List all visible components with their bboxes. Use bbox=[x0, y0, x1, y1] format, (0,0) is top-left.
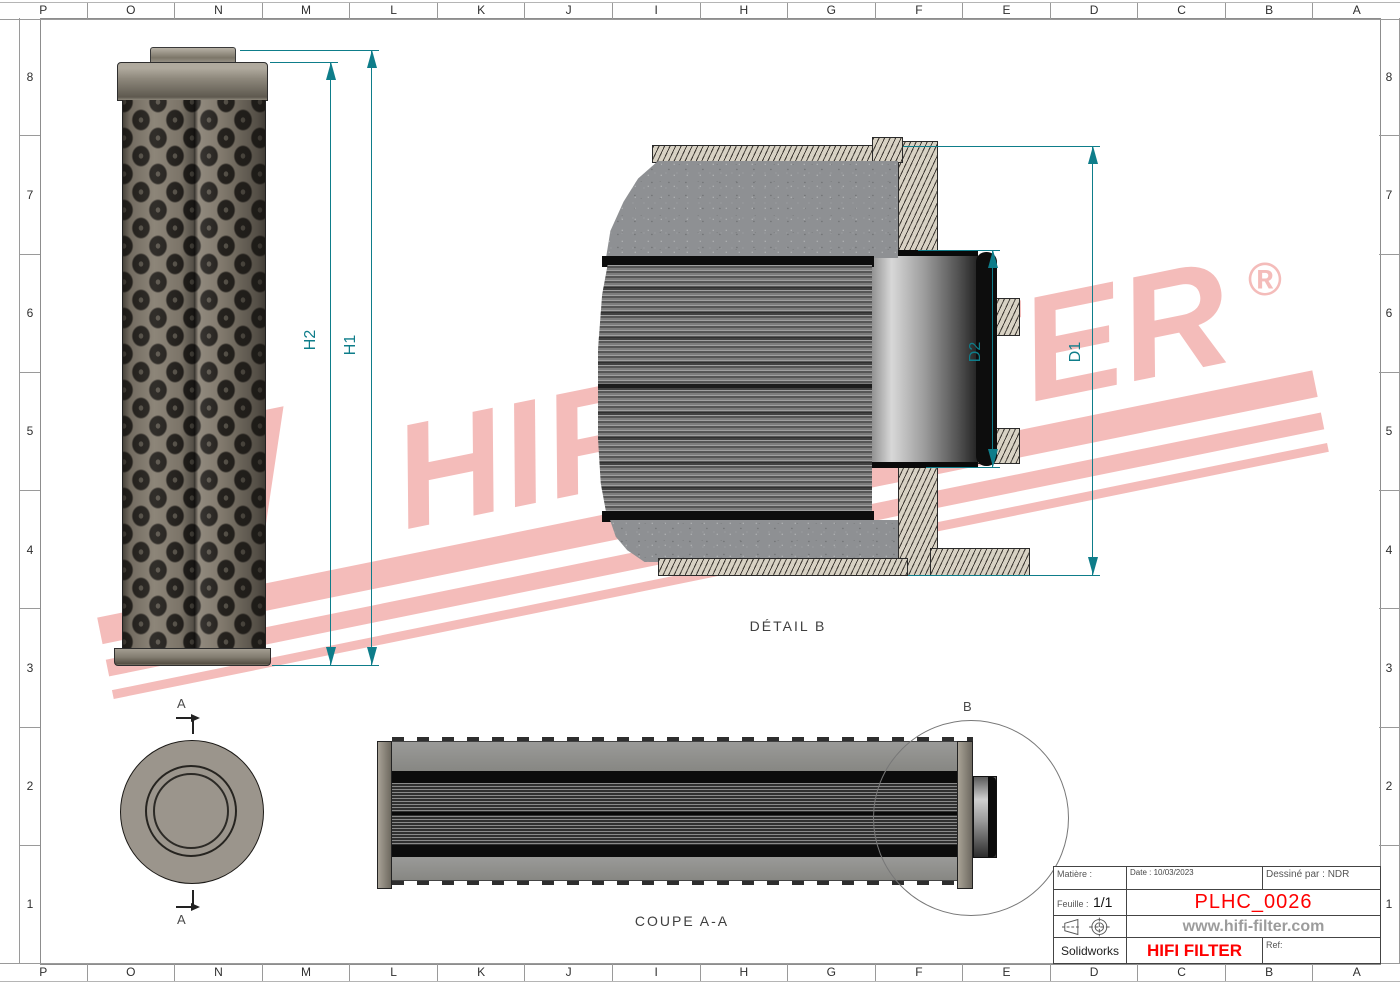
drawn-by-field: Dessiné par : NDR bbox=[1263, 867, 1380, 890]
grid-column-label: P bbox=[0, 3, 87, 19]
grid-row-label: 1 bbox=[1379, 845, 1399, 963]
section-cut-mark bbox=[192, 717, 194, 734]
grid-row-label: 6 bbox=[20, 254, 40, 372]
section-cut-label-a-top: A bbox=[177, 696, 187, 711]
date-field: Date : 10/03/2023 bbox=[1127, 867, 1263, 890]
grid-column-label: K bbox=[437, 964, 525, 981]
part-number: PLHC_0026 bbox=[1127, 890, 1380, 916]
grid-column-label: O bbox=[87, 964, 175, 981]
grid-column-label: P bbox=[0, 964, 87, 981]
grid-column-label: A bbox=[1312, 964, 1400, 981]
dim-leader bbox=[903, 146, 1100, 147]
dim-line-d1 bbox=[1092, 146, 1093, 575]
grid-column-label: M bbox=[262, 964, 350, 981]
grid-column-label: K bbox=[437, 3, 525, 19]
drawing-frame bbox=[40, 18, 1381, 965]
grid-band-top: PONMLKJIHGFEDCBA bbox=[0, 2, 1400, 20]
material-label: Matière : bbox=[1054, 867, 1127, 890]
grid-band-bottom: PONMLKJIHGFEDCBA bbox=[0, 963, 1400, 982]
dim-leader bbox=[272, 665, 379, 666]
grid-column-label: O bbox=[87, 3, 175, 19]
detail-view-title: DÉTAIL B bbox=[708, 618, 868, 634]
grid-column-label: H bbox=[700, 3, 788, 19]
website-url: www.hifi-filter.com bbox=[1127, 916, 1380, 938]
grid-row-label: 7 bbox=[1379, 135, 1399, 253]
grid-column-label: L bbox=[349, 964, 437, 981]
software-label: Solidworks bbox=[1054, 938, 1127, 963]
grid-row-label: 6 bbox=[1379, 254, 1399, 372]
title-block: Matière : Date : 10/03/2023 Dessiné par … bbox=[1053, 866, 1381, 964]
dim-label-d2: D2 bbox=[967, 330, 987, 374]
section-cut-label-a-bottom: A bbox=[177, 912, 187, 927]
grid-column-label: I bbox=[612, 3, 700, 19]
first-angle-projection-icon bbox=[1062, 917, 1118, 937]
grid-column-label: M bbox=[262, 3, 350, 19]
grid-row-label: 8 bbox=[1379, 18, 1399, 135]
grid-column-label: H bbox=[700, 964, 788, 981]
grid-column-label: D bbox=[1050, 964, 1138, 981]
grid-column-label: C bbox=[1137, 964, 1225, 981]
grid-row-label: 7 bbox=[20, 135, 40, 253]
projection-symbol-cell bbox=[1054, 916, 1127, 938]
grid-band-right: 87654321 bbox=[1379, 18, 1400, 963]
dim-line-h2 bbox=[330, 62, 331, 665]
dim-line-d2 bbox=[992, 250, 993, 467]
grid-column-label: C bbox=[1137, 3, 1225, 19]
grid-column-label: N bbox=[174, 3, 262, 19]
grid-column-label: L bbox=[349, 3, 437, 19]
grid-row-label: 5 bbox=[20, 372, 40, 490]
grid-row-label: 2 bbox=[1379, 727, 1399, 845]
grid-column-label: F bbox=[875, 3, 963, 19]
grid-column-label: I bbox=[612, 964, 700, 981]
section-view-title: COUPE A-A bbox=[592, 913, 772, 929]
grid-row-label: 3 bbox=[1379, 608, 1399, 726]
grid-column-label: N bbox=[174, 964, 262, 981]
grid-column-label: E bbox=[962, 964, 1050, 981]
dim-label-h1: H1 bbox=[342, 323, 362, 367]
section-cut-arrow-icon bbox=[191, 903, 200, 911]
grid-column-label: D bbox=[1050, 3, 1138, 19]
grid-row-label: 3 bbox=[20, 608, 40, 726]
sheet-number: 1/1 bbox=[1093, 894, 1112, 910]
detail-callout-label: B bbox=[963, 699, 973, 714]
grid-row-label: 1 bbox=[20, 845, 40, 963]
dim-label-h2: H2 bbox=[302, 318, 322, 362]
grid-row-label: 4 bbox=[1379, 490, 1399, 608]
grid-column-label: A bbox=[1312, 3, 1400, 19]
drawing-sheet: HIFI FILTER ® PONMLKJIHGFEDCBA PONMLKJIH… bbox=[0, 0, 1400, 983]
dim-line-h1 bbox=[371, 50, 372, 665]
grid-column-label: J bbox=[524, 964, 612, 981]
grid-column-label: G bbox=[787, 3, 875, 19]
grid-column-label: B bbox=[1225, 964, 1313, 981]
sheet-number-cell: Feuille : 1/1 bbox=[1054, 890, 1127, 916]
dim-leader bbox=[908, 575, 1100, 576]
ref-label: Ref: bbox=[1263, 938, 1380, 963]
grid-row-label: 4 bbox=[20, 490, 40, 608]
dim-leader bbox=[926, 467, 1000, 468]
brand-name: HIFI FILTER bbox=[1127, 938, 1263, 963]
grid-row-label: 8 bbox=[20, 18, 40, 135]
dim-leader bbox=[240, 50, 379, 51]
sheet-label: Feuille : bbox=[1057, 899, 1089, 909]
grid-row-label: 5 bbox=[1379, 372, 1399, 490]
grid-column-label: B bbox=[1225, 3, 1313, 19]
grid-column-label: E bbox=[962, 3, 1050, 19]
grid-column-label: G bbox=[787, 964, 875, 981]
grid-row-label: 2 bbox=[20, 727, 40, 845]
grid-column-label: F bbox=[875, 964, 963, 981]
grid-band-left: 87654321 bbox=[19, 18, 40, 963]
grid-column-label: J bbox=[524, 3, 612, 19]
dim-label-d1: D1 bbox=[1067, 330, 1087, 374]
